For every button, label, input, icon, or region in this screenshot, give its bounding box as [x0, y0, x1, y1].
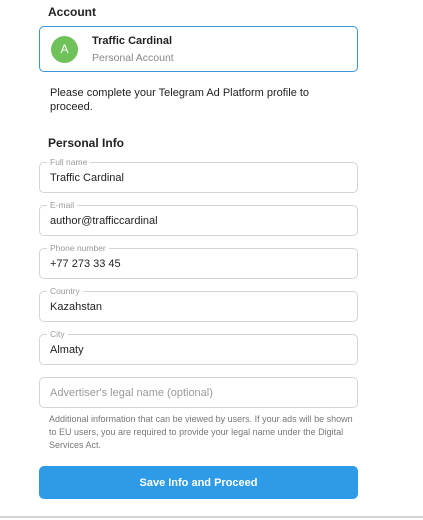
country-field[interactable]: Country Kazahstan — [39, 286, 358, 322]
profile-form-page: Account A Traffic Cardinal Personal Acco… — [0, 0, 423, 520]
account-card[interactable]: A Traffic Cardinal Personal Account — [39, 26, 358, 72]
profile-notice: Please complete your Telegram Ad Platfor… — [50, 87, 310, 113]
phone-value: +77 273 33 45 — [50, 258, 121, 270]
phone-field[interactable]: Phone number +77 273 33 45 — [39, 243, 358, 279]
full-name-label: Full name — [47, 157, 91, 168]
avatar: A — [51, 36, 78, 63]
bottom-divider — [0, 516, 423, 518]
country-value: Kazahstan — [50, 301, 102, 313]
city-label: City — [47, 329, 68, 340]
personal-info-section-title: Personal Info — [48, 136, 125, 150]
legal-name-helper-text: Additional information that can be viewe… — [49, 414, 353, 450]
email-label: E-mail — [47, 200, 78, 211]
account-name: Traffic Cardinal — [92, 35, 173, 47]
phone-label: Phone number — [47, 243, 109, 254]
account-type: Personal Account — [92, 52, 174, 64]
email-value: author@trafficcardinal — [50, 215, 158, 227]
legal-name-field[interactable]: Advertiser's legal name (optional) — [39, 377, 358, 408]
save-info-and-proceed-button[interactable]: Save Info and Proceed — [39, 466, 358, 499]
full-name-field[interactable]: Full name Traffic Cardinal — [39, 157, 358, 193]
country-label: Country — [47, 286, 83, 297]
email-field[interactable]: E-mail author@trafficcardinal — [39, 200, 358, 236]
full-name-value: Traffic Cardinal — [50, 172, 124, 184]
city-value: Almaty — [50, 344, 84, 356]
city-field[interactable]: City Almaty — [39, 329, 358, 365]
account-section-title: Account — [48, 5, 96, 19]
legal-name-placeholder: Advertiser's legal name (optional) — [50, 387, 213, 399]
